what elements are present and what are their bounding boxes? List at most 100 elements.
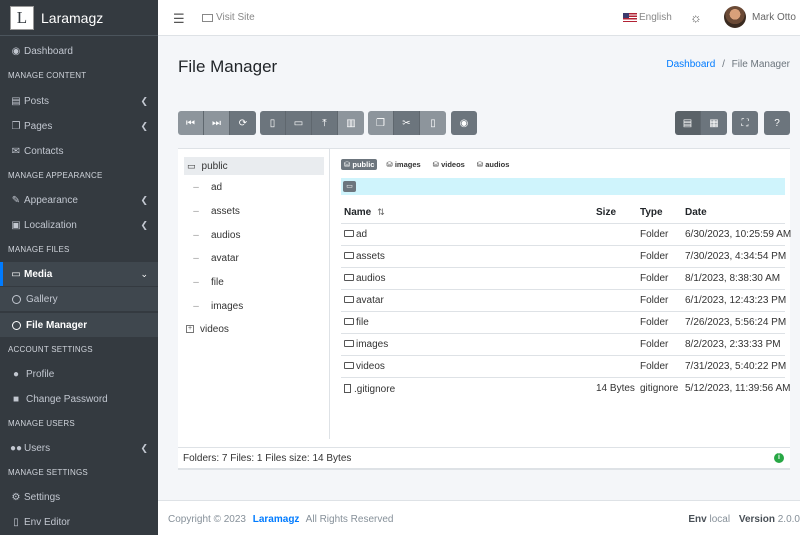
table-row[interactable]: avatar Folder 6/1/2023, 12:43:23 PM xyxy=(341,289,786,311)
sidebar-item-label: Settings xyxy=(24,491,61,503)
disk-videos[interactable]: ⛁ videos xyxy=(430,159,468,170)
tree-item-public[interactable]: ▭ public xyxy=(184,157,324,175)
user-name[interactable]: Mark Otto xyxy=(752,12,796,23)
table-row[interactable]: ad Folder 6/30/2023, 10:25:59 AM xyxy=(341,223,791,245)
forward-button[interactable]: ⏭ xyxy=(204,111,230,135)
table-row[interactable]: videos Folder 7/31/2023, 5:40:22 PM xyxy=(341,355,786,377)
hamburger-menu-icon[interactable]: ☰ xyxy=(173,11,185,27)
tree-item-label: ad xyxy=(211,181,223,193)
new-file-button[interactable]: ▯ xyxy=(260,111,286,135)
help-button[interactable]: ? xyxy=(764,111,790,135)
column-date[interactable]: Date xyxy=(685,207,707,218)
tree-item[interactable]: + videos xyxy=(184,320,229,338)
chevron-left-icon: ❮ xyxy=(140,442,148,453)
brand-link[interactable]: L Laramagz xyxy=(0,0,158,36)
nav-header-manage-appearance: MANAGE APPEARANCE xyxy=(8,171,103,180)
status-text: Folders: 7 Files: 1 Files size: 14 Bytes xyxy=(183,453,352,464)
table-row[interactable]: assets Folder 7/30/2023, 4:34:54 PM xyxy=(341,245,786,267)
file-icon: ▯ xyxy=(13,516,19,528)
language-dropdown[interactable]: English xyxy=(623,12,672,23)
refresh-button[interactable]: ⟳ xyxy=(230,111,256,135)
sidebar: L Laramagz ◉ Dashboard MANAGE CONTENT ▤ … xyxy=(0,0,158,535)
desktop-icon xyxy=(202,13,213,22)
sidebar-item-gallery[interactable]: Gallery xyxy=(0,287,158,311)
grid-view-button[interactable]: ▦ xyxy=(701,111,727,135)
table-row[interactable]: audios Folder 8/1/2023, 8:38:30 AM xyxy=(341,267,785,289)
table-row[interactable]: file Folder 7/26/2023, 5:56:24 PM xyxy=(341,311,786,333)
tree-item[interactable]: – file xyxy=(184,273,224,291)
sidebar-item-media[interactable]: ▭ Media ⌄ xyxy=(0,262,158,286)
hdd-icon: ▭ xyxy=(187,160,196,171)
visit-site-link[interactable]: Visit Site xyxy=(202,12,255,23)
tree-item[interactable]: – assets xyxy=(184,202,240,220)
sidebar-item-env-editor[interactable]: ▯ Env Editor xyxy=(0,510,158,534)
sort-icon: ⇅ xyxy=(377,207,385,217)
lock-icon: ■ xyxy=(12,393,20,405)
visit-site-label: Visit Site xyxy=(216,12,255,23)
sidebar-item-label: Media xyxy=(24,268,53,280)
paste-button[interactable]: ▯ xyxy=(420,111,446,135)
expand-plus-icon[interactable]: + xyxy=(186,325,194,333)
column-name[interactable]: Name ⇅ xyxy=(344,207,385,218)
tree-item[interactable]: – images xyxy=(184,297,243,315)
preview-button[interactable]: ◉ xyxy=(451,111,477,135)
column-size[interactable]: Size xyxy=(596,207,616,218)
nav-header-account-settings: ACCOUNT SETTINGS xyxy=(8,345,93,354)
paint-brush-icon: ✎ xyxy=(11,194,21,206)
disk-public[interactable]: ⛁ public xyxy=(341,159,378,170)
sidebar-item-change-password[interactable]: ■ Change Password xyxy=(0,387,158,411)
copy-button[interactable]: ❐ xyxy=(368,111,394,135)
chevron-left-icon: ❮ xyxy=(140,120,148,131)
new-folder-button[interactable]: ▭ xyxy=(286,111,312,135)
table-header: Name ⇅ Size Type Date xyxy=(341,207,785,223)
disk-list: ⛁ public ⛁ images ⛁ videos ⛁ audios xyxy=(341,159,512,170)
info-status-icon[interactable]: i xyxy=(774,453,784,463)
sun-icon[interactable]: ☼ xyxy=(690,10,702,25)
refresh-icon: ⟳ xyxy=(238,117,248,129)
paste-icon: ▯ xyxy=(430,117,436,129)
avatar[interactable] xyxy=(724,6,746,28)
sidebar-item-appearance[interactable]: ✎ Appearance ❮ xyxy=(0,188,158,212)
disk-images[interactable]: ⛁ images xyxy=(383,159,423,170)
sidebar-item-posts[interactable]: ▤ Posts ❮ xyxy=(0,89,158,113)
upload-button[interactable]: ⤒ xyxy=(312,111,338,135)
tree-item[interactable]: – avatar xyxy=(184,249,239,267)
history-button-group: ⏮ ⏭ ⟳ xyxy=(178,111,256,135)
column-type[interactable]: Type xyxy=(640,207,663,218)
sidebar-item-dashboard[interactable]: ◉ Dashboard xyxy=(0,39,158,63)
disk-audios[interactable]: ⛁ audios xyxy=(474,159,513,170)
sidebar-item-settings[interactable]: ⚙ Settings xyxy=(0,485,158,509)
footer-brand-link[interactable]: Laramagz xyxy=(253,514,300,525)
step-backward-icon: ⏮ xyxy=(186,117,195,129)
cut-button[interactable]: ✂ xyxy=(394,111,420,135)
sidebar-item-contacts[interactable]: ✉ Contacts xyxy=(0,139,158,163)
breadcrumb-dashboard-link[interactable]: Dashboard xyxy=(666,59,715,70)
tree-item[interactable]: – audios xyxy=(184,226,240,244)
delete-button[interactable]: ▥ xyxy=(338,111,364,135)
fullscreen-button[interactable]: ⛶ xyxy=(732,111,758,135)
back-button[interactable]: ⏮ xyxy=(178,111,204,135)
users-icon: ●● xyxy=(9,442,23,454)
status-bar: Folders: 7 Files: 1 Files size: 14 Bytes… xyxy=(178,447,790,469)
table-view-button[interactable]: ▤ xyxy=(675,111,701,135)
table-row[interactable]: .gitignore 14 Bytes gitignore 5/12/2023,… xyxy=(341,377,790,399)
folder-icon xyxy=(344,318,354,325)
sidebar-item-profile[interactable]: ● Profile xyxy=(0,362,158,386)
question-icon: ? xyxy=(774,117,780,129)
sidebar-item-pages[interactable]: ❐ Pages ❮ xyxy=(0,114,158,138)
step-forward-icon: ⏭ xyxy=(212,117,221,129)
file-actions-button-group: ▯ ▭ ⤒ ▥ xyxy=(260,111,364,135)
chevron-left-icon: ❮ xyxy=(140,219,148,230)
sidebar-item-file-manager[interactable]: File Manager xyxy=(0,313,158,337)
hdd-icon[interactable]: ▭ xyxy=(343,181,356,192)
upload-icon: ⤒ xyxy=(322,117,327,129)
sidebar-item-users[interactable]: ●● Users ❮ xyxy=(0,436,158,460)
sidebar-item-localization[interactable]: ▣ Localization ❮ xyxy=(0,213,158,237)
tree-item[interactable]: – ad xyxy=(184,178,222,196)
version-value: 2.0.0 xyxy=(777,514,800,525)
page-title: File Manager xyxy=(178,57,278,76)
sidebar-item-label: Appearance xyxy=(24,194,78,206)
table-row[interactable]: images Folder 8/2/2023, 2:33:33 PM xyxy=(341,333,785,355)
view-button-group: ▤ ▦ xyxy=(675,111,727,135)
copy-icon: ❐ xyxy=(376,117,385,129)
